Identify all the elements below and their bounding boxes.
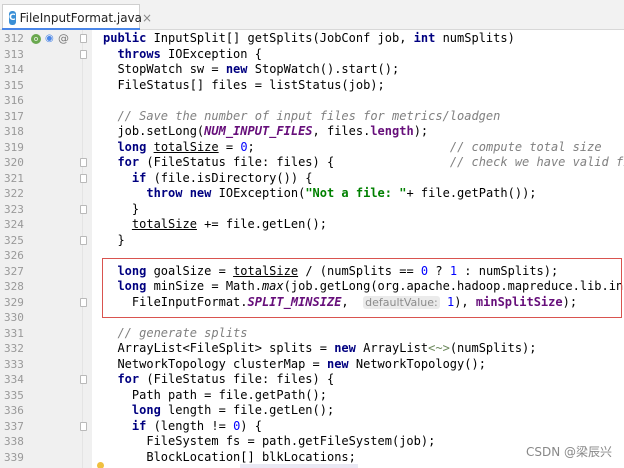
line-number[interactable]: 316 xyxy=(4,93,28,109)
line-number[interactable]: 333 xyxy=(4,357,28,373)
line-number[interactable]: 339 xyxy=(4,450,28,466)
line-number[interactable]: 330 xyxy=(4,310,28,326)
code-text[interactable]: FileStatus[] files = listStatus(job); xyxy=(103,78,384,94)
fold-marker-icon[interactable] xyxy=(80,421,87,431)
code-text[interactable]: } xyxy=(103,233,124,249)
code-line[interactable]: 314 StopWatch sw = new StopWatch().start… xyxy=(0,62,624,78)
line-number[interactable]: 319 xyxy=(4,140,28,156)
line-number[interactable]: 335 xyxy=(4,388,28,404)
code-text[interactable]: if (length != 0) { xyxy=(103,419,262,435)
code-text[interactable]: for (FileStatus file: files) { xyxy=(103,372,334,388)
line-number[interactable]: 315 xyxy=(4,78,28,94)
code-line[interactable]: 317 // Save the number of input files fo… xyxy=(0,109,624,125)
fold-marker-icon[interactable] xyxy=(80,375,87,384)
code-text[interactable]: public InputSplit[] getSplits(JobConf jo… xyxy=(103,31,515,47)
code-text[interactable]: FileSystem fs = path.getFileSystem(job); xyxy=(103,434,435,450)
code-text[interactable]: // Save the number of input files for me… xyxy=(103,109,500,125)
intention-bulb-icon[interactable] xyxy=(97,462,104,468)
code-text[interactable]: if (file.isDirectory()) { xyxy=(103,171,313,187)
line-number[interactable]: 324 xyxy=(4,217,28,233)
fold-marker-icon[interactable] xyxy=(80,34,87,43)
code-text[interactable]: long totalSize = 0; // compute total siz… xyxy=(103,140,601,156)
line-number[interactable]: 313 xyxy=(4,47,28,63)
code-text[interactable]: BlockLocation[] blkLocations; xyxy=(103,450,356,466)
line-number[interactable]: 332 xyxy=(4,341,28,357)
line-number[interactable]: 337 xyxy=(4,419,28,435)
java-class-icon: C xyxy=(9,10,16,25)
code-line[interactable]: 333 NetworkTopology clusterMap = new Net… xyxy=(0,357,624,373)
line-number[interactable]: 320 xyxy=(4,155,28,171)
line-number[interactable]: 312 xyxy=(4,31,28,47)
code-text[interactable]: NetworkTopology clusterMap = new Network… xyxy=(103,357,486,373)
close-tab-icon[interactable]: × xyxy=(142,11,152,25)
code-line[interactable]: 325 } xyxy=(0,233,624,249)
code-line[interactable]: 332 ArrayList<FileSplit> splits = new Ar… xyxy=(0,341,624,357)
code-text[interactable]: } xyxy=(103,202,139,218)
code-line[interactable]: 322 throw new IOException("Not a file: "… xyxy=(0,186,624,202)
code-line[interactable]: 324 totalSize += file.getLen(); xyxy=(0,217,624,233)
tab-label: FileInputFormat.java xyxy=(19,10,143,25)
line-number[interactable]: 318 xyxy=(4,124,28,140)
code-text[interactable]: ArrayList<FileSplit> splits = new ArrayL… xyxy=(103,341,536,357)
watermark: CSDN @梁辰兴 xyxy=(525,445,612,459)
fold-marker-icon[interactable] xyxy=(80,173,87,183)
line-number[interactable]: 329 xyxy=(4,295,28,311)
fold-marker-icon[interactable] xyxy=(80,204,87,214)
code-line[interactable]: 334 for (FileStatus file: files) { xyxy=(0,372,624,388)
line-number[interactable]: 327 xyxy=(4,264,28,280)
code-text[interactable]: // generate splits xyxy=(103,326,247,342)
line-number[interactable]: 338 xyxy=(4,434,28,450)
line-number[interactable]: 334 xyxy=(4,372,28,388)
code-line[interactable]: 336 long length = file.getLen(); xyxy=(0,403,624,419)
code-line[interactable]: 331 // generate splits xyxy=(0,326,624,342)
code-line[interactable]: 318 job.setLong(NUM_INPUT_FILES, files.l… xyxy=(0,124,624,140)
line-number[interactable]: 322 xyxy=(4,186,28,202)
highlight-box xyxy=(102,258,622,318)
line-number[interactable]: 328 xyxy=(4,279,28,295)
tab-file-input-format[interactable]: C FileInputFormat.java × xyxy=(2,4,152,30)
code-line[interactable]: 337 if (length != 0) { xyxy=(0,419,624,435)
code-text[interactable]: throw new IOException("Not a file: "+ fi… xyxy=(103,186,536,202)
code-text[interactable]: long length = file.getLen(); xyxy=(103,403,334,419)
line-number[interactable]: 317 xyxy=(4,109,28,125)
code-text[interactable]: for (FileStatus file: files) { // check … xyxy=(103,155,624,171)
code-line[interactable]: 320 for (FileStatus file: files) { // ch… xyxy=(0,155,624,171)
line-number[interactable]: 323 xyxy=(4,202,28,218)
line-number[interactable]: 331 xyxy=(4,326,28,342)
line-number[interactable]: 336 xyxy=(4,403,28,419)
line-number[interactable]: 321 xyxy=(4,171,28,187)
code-text[interactable]: totalSize += file.getLen(); xyxy=(103,217,327,233)
code-line[interactable]: 313 throws IOException { xyxy=(0,47,624,63)
fold-marker-icon[interactable] xyxy=(80,49,87,59)
code-text[interactable]: throws IOException { xyxy=(103,47,262,63)
scroll-indicator[interactable] xyxy=(240,464,358,468)
code-line[interactable]: 315 FileStatus[] files = listStatus(job)… xyxy=(0,78,624,94)
editor-tab-bar: C FileInputFormat.java × xyxy=(0,0,624,30)
line-number[interactable]: 314 xyxy=(4,62,28,78)
code-line[interactable]: 335 Path path = file.getPath(); xyxy=(0,388,624,404)
code-line[interactable]: 319 long totalSize = 0; // compute total… xyxy=(0,140,624,156)
fold-marker-icon[interactable] xyxy=(80,158,87,167)
code-text[interactable]: StopWatch sw = new StopWatch().start(); xyxy=(103,62,399,78)
line-number[interactable]: 326 xyxy=(4,248,28,264)
code-line[interactable]: 321 if (file.isDirectory()) { xyxy=(0,171,624,187)
fold-marker-icon[interactable] xyxy=(80,297,87,307)
code-text[interactable]: Path path = file.getPath(); xyxy=(103,388,327,404)
fold-marker-icon[interactable] xyxy=(80,235,87,245)
line-number[interactable]: 325 xyxy=(4,233,28,249)
code-line[interactable]: 316 xyxy=(0,93,624,109)
code-line[interactable]: 323 } xyxy=(0,202,624,218)
code-text[interactable]: job.setLong(NUM_INPUT_FILES, files.lengt… xyxy=(103,124,428,140)
code-line[interactable]: 312 public InputSplit[] getSplits(JobConf… xyxy=(0,31,624,47)
